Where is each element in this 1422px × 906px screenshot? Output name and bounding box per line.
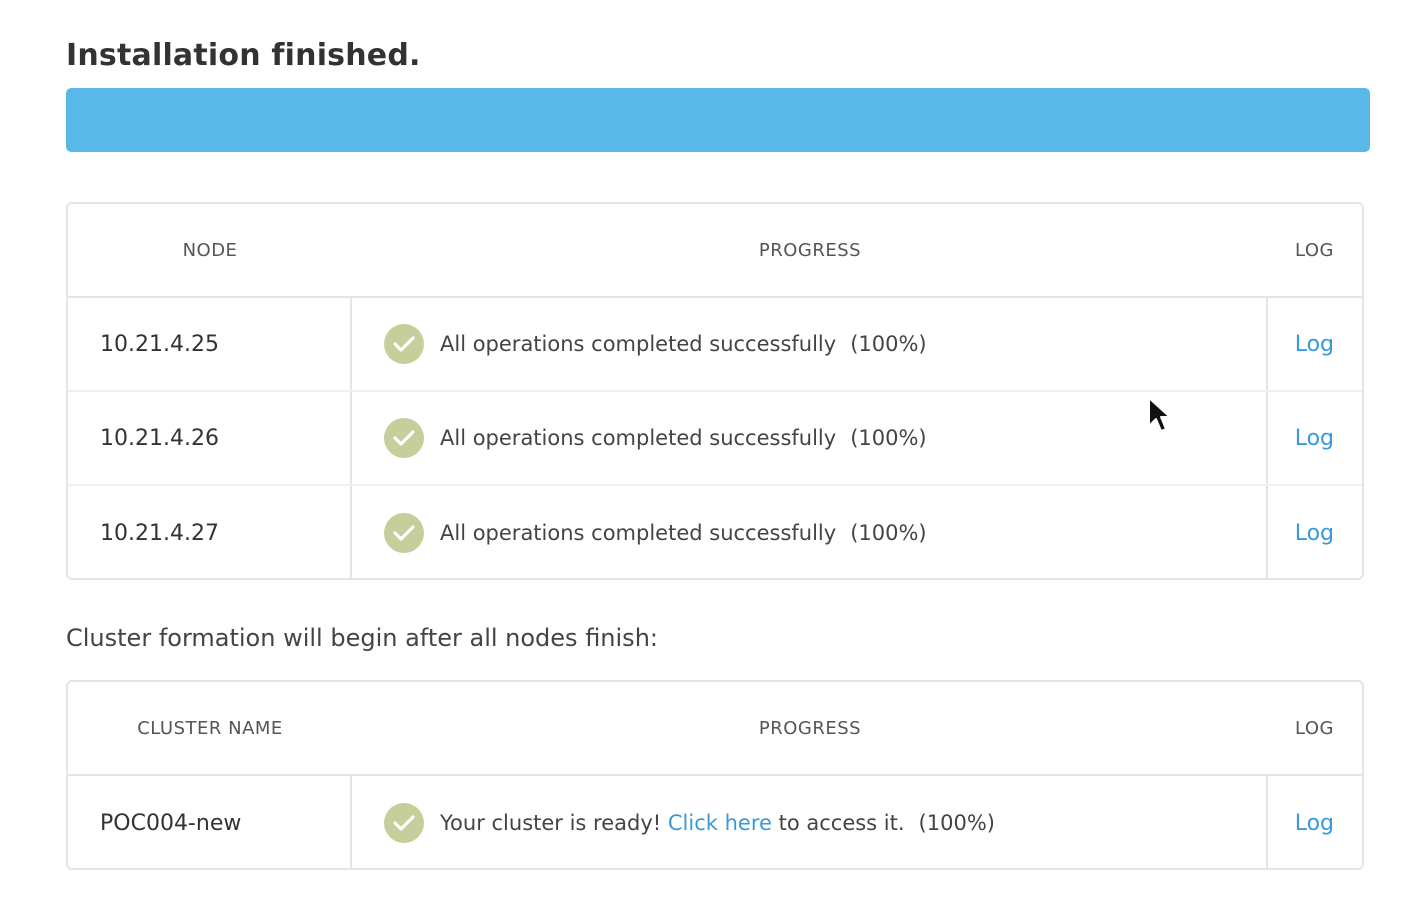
cluster-name-cell: POC004-new (68, 776, 352, 870)
cluster-name: POC004-new (100, 810, 242, 836)
check-icon (384, 324, 424, 364)
header-cell-progress: PROGRESS (352, 204, 1268, 296)
check-icon (384, 418, 424, 458)
access-cluster-link[interactable]: Click here (668, 811, 772, 835)
header-log-label: LOG (1294, 239, 1334, 261)
table-header-row: CLUSTER NAME PROGRESS LOG (68, 682, 1362, 776)
progress-cell: All operations completed successfully (1… (352, 298, 1268, 390)
mouse-cursor-icon (1148, 397, 1171, 432)
node-ip: 10.21.4.25 (100, 331, 219, 357)
progress-cell: All operations completed successfully (1… (352, 392, 1268, 484)
header-progress-label: PROGRESS (758, 717, 862, 739)
percent-text: (100%) (850, 332, 927, 356)
header-progress-label: PROGRESS (758, 239, 862, 261)
log-cell: Log (1268, 298, 1362, 390)
cluster-table: CLUSTER NAME PROGRESS LOG POC004-new You… (66, 680, 1364, 870)
header-node-label: NODE (182, 239, 238, 261)
log-cell: Log (1268, 392, 1362, 484)
log-cell: Log (1268, 776, 1362, 870)
check-icon (384, 513, 424, 553)
node-ip: 10.21.4.27 (100, 520, 219, 546)
table-row: 10.21.4.25 All operations completed succ… (68, 298, 1362, 392)
log-link[interactable]: Log (1295, 811, 1334, 836)
overall-progress-fill (66, 88, 1370, 152)
status-text-prefix: Your cluster is ready! (440, 811, 668, 835)
node-cell: 10.21.4.27 (68, 486, 352, 580)
header-cell-log: LOG (1268, 682, 1362, 774)
node-ip: 10.21.4.26 (100, 425, 219, 451)
log-link[interactable]: Log (1295, 332, 1334, 357)
progress-cell: All operations completed successfully (1… (352, 486, 1268, 580)
status-text: All operations completed successfully (440, 521, 837, 545)
table-row: 10.21.4.27 All operations completed succ… (68, 486, 1362, 580)
installation-page: Installation finished. NODE PROGRESS LOG… (0, 0, 1422, 906)
log-link[interactable]: Log (1295, 521, 1334, 546)
header-cluster-name-label: CLUSTER NAME (137, 717, 283, 739)
page-title: Installation finished. (66, 38, 421, 73)
header-cell-progress: PROGRESS (352, 682, 1268, 774)
log-cell: Log (1268, 486, 1362, 580)
status-text: All operations completed successfully (440, 426, 837, 450)
node-cell: 10.21.4.26 (68, 392, 352, 484)
percent-text: (100%) (850, 521, 927, 545)
status-text-suffix: to access it. (771, 811, 905, 835)
cluster-subtitle: Cluster formation will begin after all n… (66, 624, 658, 652)
percent-text: (100%) (850, 426, 927, 450)
check-icon (384, 803, 424, 843)
progress-cell: Your cluster is ready! Click here to acc… (352, 776, 1268, 870)
overall-progress-bar (66, 88, 1370, 152)
status-text: All operations completed successfully (440, 332, 837, 356)
log-link[interactable]: Log (1295, 426, 1334, 451)
node-cell: 10.21.4.25 (68, 298, 352, 390)
header-cell-log: LOG (1268, 204, 1362, 296)
header-cell-cluster-name: CLUSTER NAME (68, 682, 352, 774)
header-cell-node: NODE (68, 204, 352, 296)
nodes-table: NODE PROGRESS LOG 10.21.4.25 All operati… (66, 202, 1364, 580)
percent-text: (100%) (918, 811, 995, 835)
header-log-label: LOG (1294, 717, 1334, 739)
table-row: POC004-new Your cluster is ready! Click … (68, 776, 1362, 870)
table-header-row: NODE PROGRESS LOG (68, 204, 1362, 298)
